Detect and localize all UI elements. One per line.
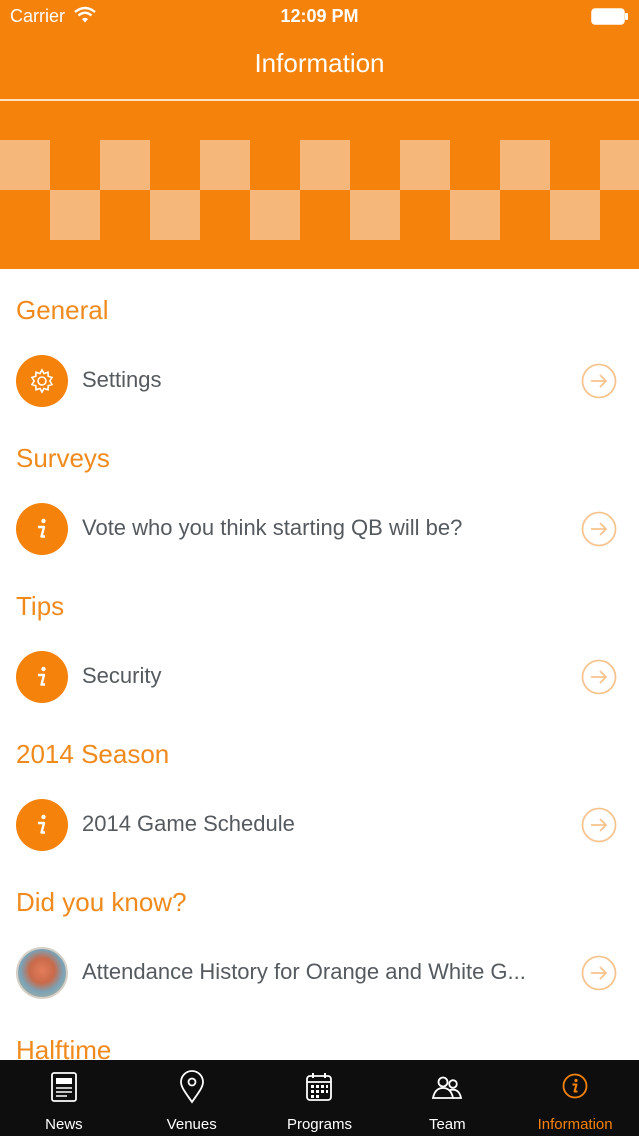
info-badge — [16, 799, 68, 851]
list-item-security[interactable]: Security — [0, 645, 639, 709]
tab-label: News — [45, 1116, 83, 1133]
tab-team[interactable]: Team — [383, 1060, 511, 1136]
tab-news[interactable]: News — [0, 1060, 128, 1136]
checker-square — [350, 190, 400, 240]
section-title-tips: Tips — [16, 591, 65, 621]
arrow-right-icon[interactable] — [581, 511, 617, 547]
checker-square — [200, 140, 250, 190]
arrow-right-icon[interactable] — [581, 659, 617, 695]
checker-square — [450, 190, 500, 240]
checker-square — [400, 140, 450, 190]
arrow-right-icon[interactable] — [581, 807, 617, 843]
battery-icon — [591, 8, 628, 25]
tab-label: Venues — [166, 1116, 217, 1133]
page-title: Information — [254, 48, 385, 78]
list-item-game-schedule[interactable]: 2014 Game Schedule — [0, 793, 639, 857]
team-icon — [432, 1076, 463, 1099]
checkered-pattern — [0, 140, 639, 240]
section-title-halftime: Halftime — [16, 1035, 112, 1060]
list-item-label: Settings — [82, 367, 162, 392]
tab-label: Programs — [286, 1116, 352, 1133]
gear-icon — [30, 368, 54, 394]
info-badge — [16, 651, 68, 703]
section-title-surveys: Surveys — [16, 443, 110, 473]
tab-venues[interactable]: Venues — [128, 1060, 256, 1136]
info-icon — [38, 518, 46, 538]
tab-label: Team — [428, 1116, 466, 1133]
checker-square — [150, 190, 200, 240]
list-item-qb-survey[interactable]: Vote who you think starting QB will be? — [0, 497, 639, 561]
tab-label: Information — [537, 1116, 613, 1133]
tab-bar: News Venues Programs Team Information — [0, 1060, 639, 1136]
list-item-attendance-history[interactable]: Attendance History for Orange and White … — [0, 941, 639, 1005]
info-list[interactable]: General Settings Surveys Vote who you th… — [0, 269, 639, 1060]
info-icon — [38, 814, 46, 834]
calendar-icon — [306, 1073, 333, 1101]
checker-square — [550, 190, 600, 240]
info-icon — [562, 1073, 588, 1099]
section-title-2014-season: 2014 Season — [16, 739, 170, 769]
section-title-did-you-know: Did you know? — [16, 887, 187, 917]
header-banner: Carrier 12:09 PM Information — [0, 0, 639, 269]
checker-square — [600, 140, 639, 190]
tab-programs[interactable]: Programs — [256, 1060, 384, 1136]
news-icon — [50, 1072, 77, 1102]
location-pin-icon — [179, 1070, 204, 1104]
settings-badge — [16, 355, 68, 407]
info-badge — [16, 503, 68, 555]
section-title-general: General — [16, 295, 109, 325]
list-item-label: Vote who you think starting QB will be? — [82, 515, 463, 540]
list-item-label: 2014 Game Schedule — [82, 811, 295, 836]
checker-square — [250, 190, 300, 240]
tab-information[interactable]: Information — [511, 1060, 639, 1136]
checker-square — [50, 190, 100, 240]
list-item-label: Attendance History for Orange and White … — [82, 959, 526, 984]
status-time: 12:09 PM — [280, 6, 359, 26]
info-icon — [38, 666, 46, 686]
status-bar: Carrier 12:09 PM — [0, 0, 639, 34]
arrow-right-icon[interactable] — [581, 363, 617, 399]
checker-square — [100, 140, 150, 190]
checker-square — [500, 140, 550, 190]
list-item-label: Security — [82, 663, 162, 688]
checker-square — [0, 140, 50, 190]
checker-square — [300, 140, 350, 190]
stadium-photo — [16, 947, 68, 999]
list-item-settings[interactable]: Settings — [0, 349, 639, 413]
nav-divider — [0, 99, 639, 101]
arrow-right-icon[interactable] — [581, 955, 617, 991]
